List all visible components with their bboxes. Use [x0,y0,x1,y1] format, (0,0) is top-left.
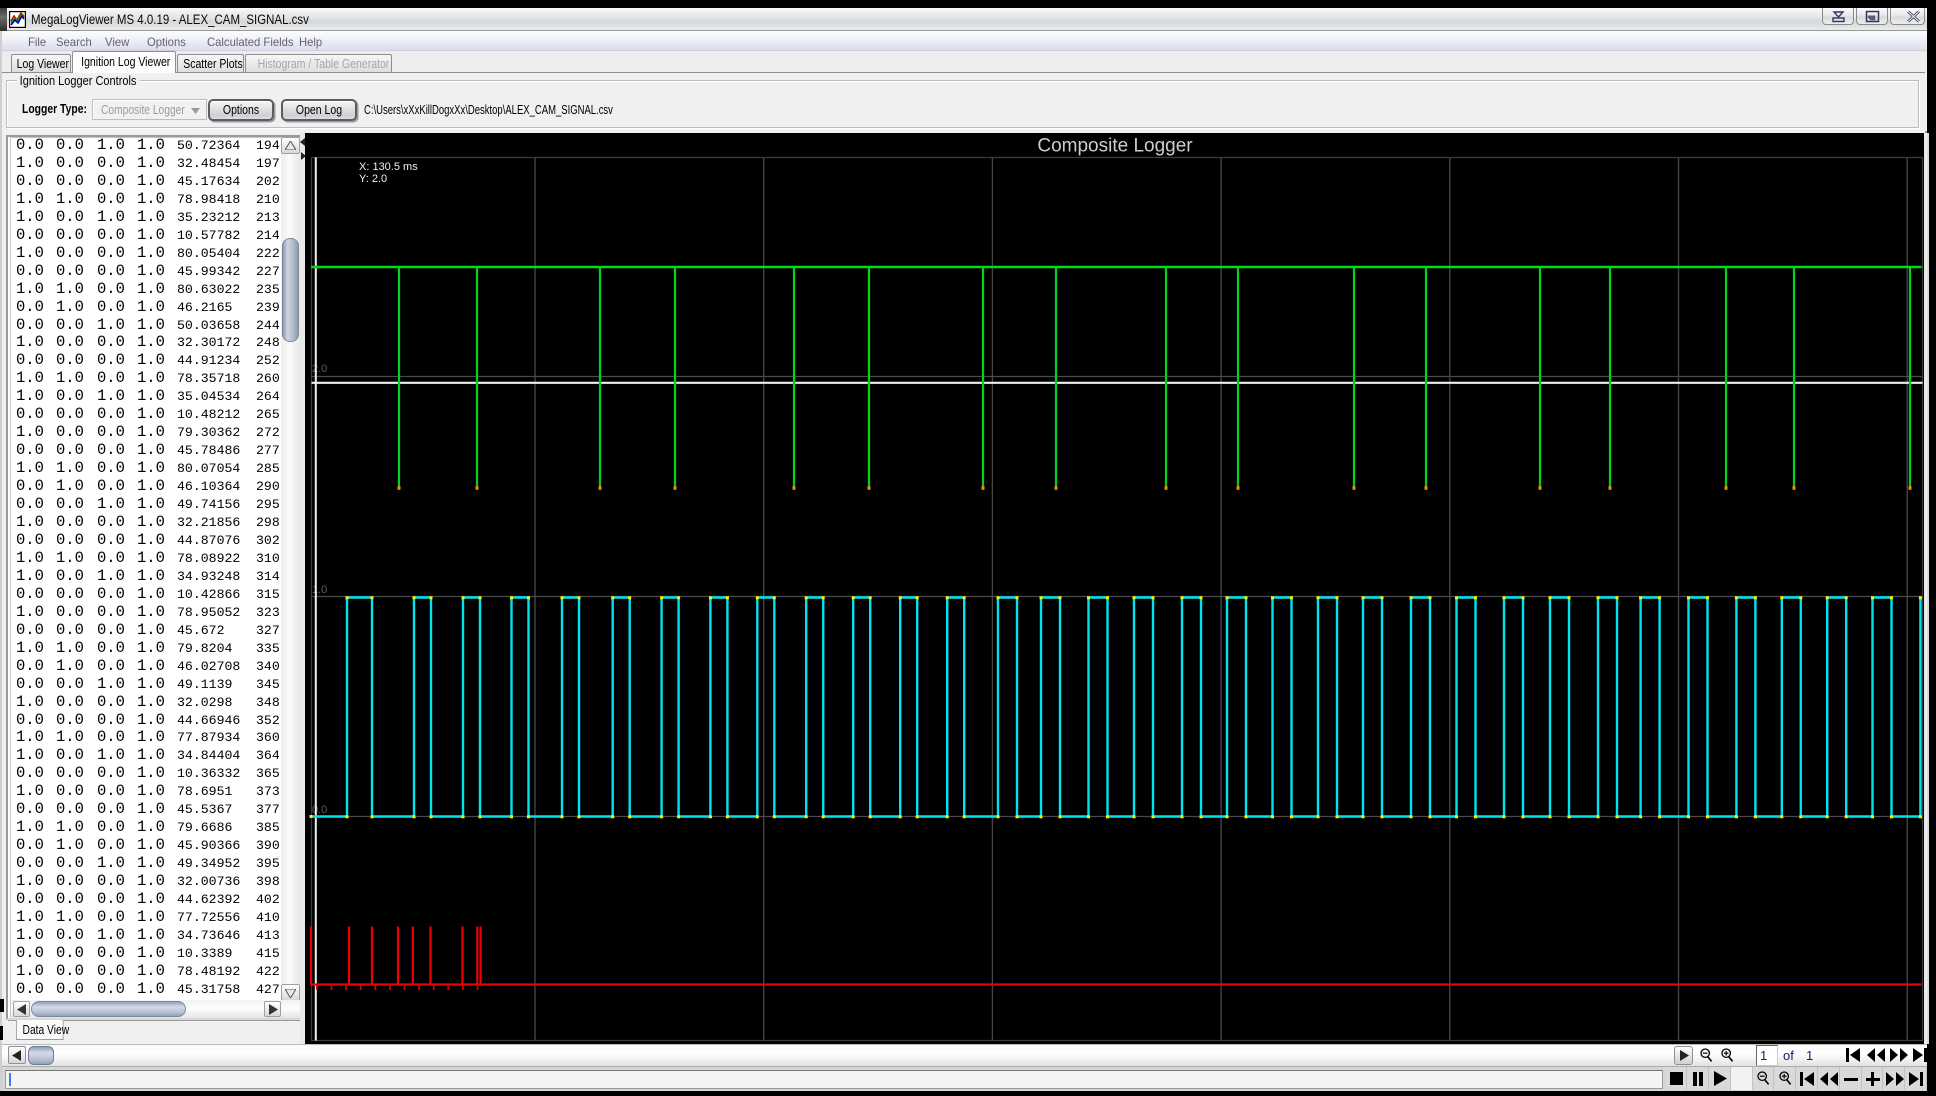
svg-text:X: 130.5 ms: X: 130.5 ms [359,161,418,173]
svg-text:0.0: 0.0 [312,804,327,816]
svg-text:Composite Logger: Composite Logger [1037,136,1193,157]
svg-text:1.0: 1.0 [312,584,327,596]
svg-text:Y: 2.0: Y: 2.0 [359,173,387,185]
svg-text:2.0: 2.0 [312,363,327,375]
